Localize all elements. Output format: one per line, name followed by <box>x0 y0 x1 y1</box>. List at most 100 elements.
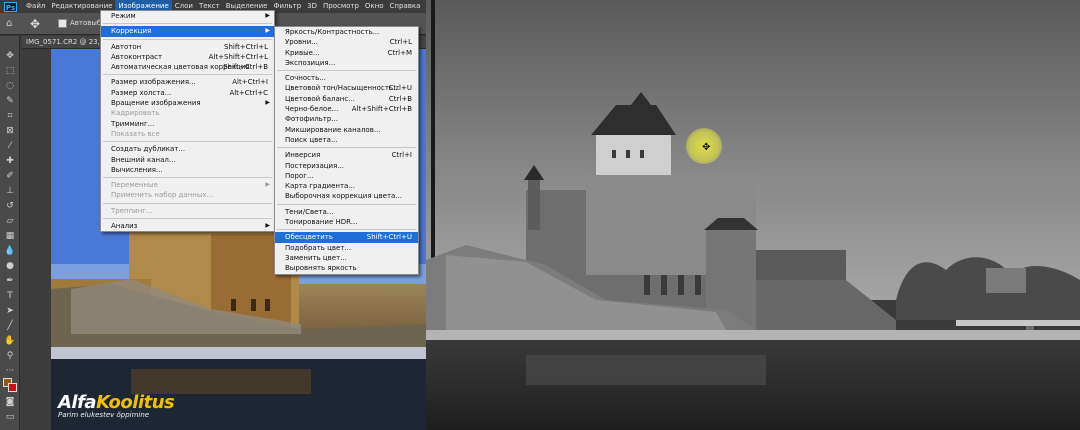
pen-tool-icon[interactable]: ✒ <box>3 275 17 287</box>
menu-item-shortcut: Alt+Shift+Ctrl+B <box>351 105 412 114</box>
adjustments-submenu: Яркость/Контрастность... Уровни... Ctrl+L К… <box>274 26 419 275</box>
adjust-menu-item[interactable]: Порог... <box>275 171 418 181</box>
menu-item-label: Цветовой баланс... <box>285 94 355 103</box>
screen-mode-icon[interactable]: ▭ <box>3 411 17 423</box>
menu-item-label: Яркость/Контрастность... <box>285 28 380 36</box>
path-select-icon[interactable]: ➤ <box>3 305 17 317</box>
photoshop-logo-icon: Ps <box>4 1 17 12</box>
quick-mask-icon[interactable]: ◙ <box>3 396 17 408</box>
menu-item-label: Кадрировать <box>111 109 160 118</box>
menu-item-label: Постеризация... <box>285 161 344 170</box>
menu-8[interactable]: Просмотр <box>320 0 362 13</box>
auto-select-checkbox[interactable] <box>58 19 67 28</box>
menu-item-label: Подобрать цвет... <box>285 243 352 252</box>
home-icon[interactable]: ⌂ <box>6 18 18 29</box>
adjust-menu-item[interactable]: Черно-белое... Alt+Shift+Ctrl+B <box>275 104 418 114</box>
image-menu-item[interactable]: Тримминг... <box>101 119 274 129</box>
menu-item-label: Выборочная коррекция цвета... <box>285 192 403 201</box>
image-menu-item[interactable]: Автоконтраст Alt+Shift+Ctrl+L <box>101 52 274 62</box>
image-menu-item: Кадрировать <box>101 108 274 118</box>
menu-0[interactable]: Файл <box>23 0 48 13</box>
clone-stamp-icon[interactable]: ⊥ <box>3 185 17 197</box>
adjust-menu-item[interactable]: Выборочная коррекция цвета... <box>275 191 418 201</box>
adjust-menu-item[interactable]: Инверсия Ctrl+I <box>275 150 418 160</box>
adjust-menu-item[interactable]: Подобрать цвет... <box>275 243 418 253</box>
image-menu-item[interactable]: Анализ ▶ <box>101 221 274 231</box>
menu-item-label: Размер холста... <box>111 88 172 97</box>
menu-item-label: Размер изображения... <box>111 78 196 87</box>
menu-item-label: Кривые... <box>285 48 320 57</box>
adjust-menu-item[interactable]: Постеризация... <box>275 161 418 171</box>
menu-6[interactable]: Фильтр <box>270 0 304 13</box>
image-menu-item[interactable]: Размер холста... Alt+Ctrl+C <box>101 88 274 98</box>
dodge-tool-icon[interactable]: ● <box>3 260 17 272</box>
history-brush-icon[interactable]: ↺ <box>3 200 17 212</box>
menu-separator <box>103 202 272 204</box>
adjust-menu-item[interactable]: Микширование каналов... <box>275 125 418 135</box>
menu-item-label: Фотофильтр... <box>285 115 338 124</box>
image-menu-item: Треппинг... <box>101 206 274 216</box>
gradient-tool-icon[interactable]: ▦ <box>3 230 17 242</box>
menu-item-label: Анализ <box>111 222 138 231</box>
adjust-menu-item[interactable]: Тонирование HDR... <box>275 217 418 227</box>
adjust-menu-item[interactable]: Сочность... <box>275 73 418 83</box>
adjust-menu-item[interactable]: Кривые... Ctrl+M <box>275 48 418 58</box>
menu-separator <box>277 229 416 231</box>
menu-10[interactable]: Справка <box>387 0 424 13</box>
menu-item-label: Тонирование HDR... <box>285 218 358 227</box>
crop-tool-icon[interactable]: ⌗ <box>3 110 17 122</box>
menu-9[interactable]: Окно <box>362 0 387 13</box>
blur-tool-icon[interactable]: 💧 <box>3 245 17 257</box>
type-tool-icon[interactable]: T <box>3 290 17 302</box>
adjust-menu-item[interactable]: Яркость/Контрастность... <box>275 27 418 37</box>
submenu-arrow-icon: ▶ <box>265 27 270 35</box>
menu-item-label: Цветовой тон/Насыщенность... <box>285 84 400 93</box>
move-tool-icon[interactable]: ✥ <box>30 17 44 31</box>
brush-tool-icon[interactable]: ✐ <box>3 170 17 182</box>
brand-name-part2: Koolitus <box>96 392 175 413</box>
adjust-menu-item[interactable]: Тени/Света... <box>275 207 418 217</box>
menu-item-shortcut: Shift+Ctrl+B <box>223 63 268 72</box>
image-menu-item[interactable]: Режим ▶ <box>101 11 274 21</box>
hand-tool-icon[interactable]: ✋ <box>3 335 17 347</box>
image-menu-item[interactable]: Автотон Shift+Ctrl+L <box>101 42 274 52</box>
menu-item-shortcut: Alt+Ctrl+C <box>229 88 268 97</box>
marquee-tool-icon[interactable]: ⬚ <box>3 65 17 77</box>
adjust-menu-item[interactable]: Выровнять яркость <box>275 263 418 273</box>
menu-item-shortcut: Ctrl+U <box>388 84 412 93</box>
healing-brush-icon[interactable]: ✚ <box>3 155 17 167</box>
menu-item-shortcut: Alt+Ctrl+I <box>232 78 268 87</box>
zoom-tool-icon[interactable]: ⚲ <box>3 350 17 362</box>
menu-item-label: Показать все <box>111 129 160 138</box>
eyedropper-tool-icon[interactable]: ⁄ <box>3 140 17 152</box>
adjust-menu-item[interactable]: Фотофильтр... <box>275 114 418 124</box>
adjust-menu-item[interactable]: Цветовой тон/Насыщенность... Ctrl+U <box>275 83 418 93</box>
image-menu-item[interactable]: Внешний канал... <box>101 155 274 165</box>
adjust-menu-item[interactable]: Поиск цвета... <box>275 135 418 145</box>
adjust-menu-item[interactable]: Цветовой баланс... Ctrl+B <box>275 94 418 104</box>
more-tools-icon[interactable]: ··· <box>3 365 17 377</box>
background-color-swatch[interactable] <box>8 383 17 392</box>
menu-separator <box>103 23 272 25</box>
shape-tool-icon[interactable]: ╱ <box>3 320 17 332</box>
eraser-tool-icon[interactable]: ▱ <box>3 215 17 227</box>
move-tool-icon[interactable]: ✥ <box>3 50 17 62</box>
menu-item-label: Внешний канал... <box>111 155 176 164</box>
menu-item-label: Коррекция <box>111 27 152 36</box>
adjust-menu-item[interactable]: Экспозиция... <box>275 58 418 68</box>
menu-7[interactable]: 3D <box>304 0 320 13</box>
adjust-menu-item[interactable]: Заменить цвет... <box>275 253 418 263</box>
lasso-tool-icon[interactable]: ◌ <box>3 80 17 92</box>
image-menu-item[interactable]: Размер изображения... Alt+Ctrl+I <box>101 77 274 87</box>
adjust-menu-item[interactable]: Обесцветить Shift+Ctrl+U <box>275 232 418 243</box>
image-menu-item[interactable]: Вращение изображения ▶ <box>101 98 274 108</box>
quick-select-tool-icon[interactable]: ✎ <box>3 95 17 107</box>
adjust-menu-item[interactable]: Карта градиента... <box>275 181 418 191</box>
image-menu-item[interactable]: Вычисления... <box>101 165 274 175</box>
image-menu-item[interactable]: Создать дубликат... <box>101 144 274 154</box>
adjust-menu-item[interactable]: Уровни... Ctrl+L <box>275 37 418 47</box>
image-menu-item[interactable]: Коррекция ▶ <box>101 26 274 37</box>
image-menu-item[interactable]: Автоматическая цветовая коррекция Shift+C… <box>101 62 274 72</box>
frame-tool-icon[interactable]: ⊠ <box>3 125 17 137</box>
menu-item-label: Режим <box>111 12 136 20</box>
